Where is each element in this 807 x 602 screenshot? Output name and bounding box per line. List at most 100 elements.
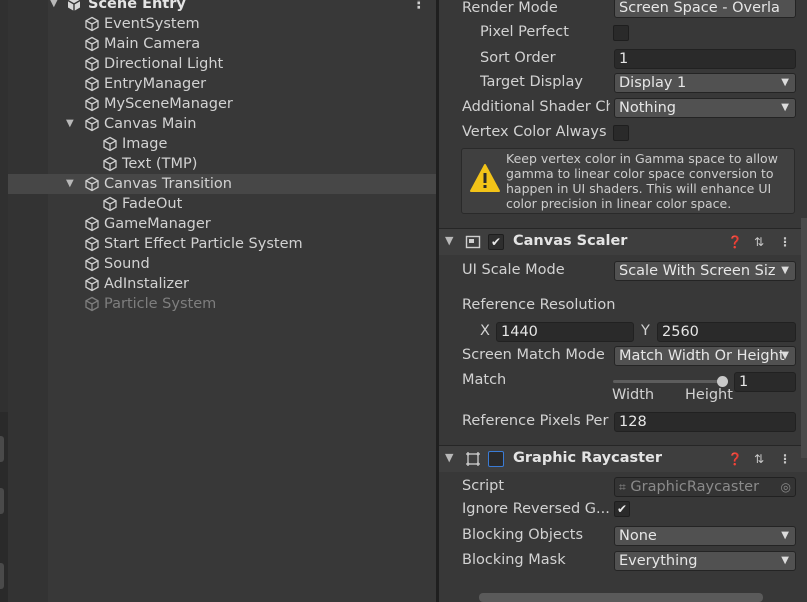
ignore-reversed-label: Ignore Reversed G... [462,501,610,517]
match-slider-track[interactable] [613,380,725,383]
side-tab-stub[interactable] [0,563,4,589]
chevron-down-icon: ▼ [781,530,789,541]
blocking-mask-value: Everything [619,553,698,569]
scene-row[interactable]: ▼ Scene Entry ⋮ [48,0,436,14]
graphic-raycaster-icon [466,452,480,466]
render-mode-dropdown[interactable]: Screen Space - Overla [614,0,796,18]
sort-order-input[interactable]: 1 [614,49,796,69]
gameobject-cube-icon [85,256,99,272]
side-tab-stub[interactable] [0,436,4,462]
graphic-raycaster-header[interactable]: ▼ Graphic Raycaster ❓ ⇅ ⋮ [439,445,807,472]
ui-scale-mode-value: Scale With Screen Siz [619,263,776,279]
reference-pixels-label: Reference Pixels Per [462,413,609,429]
ignore-reversed-checkbox[interactable]: ✔ [614,501,630,517]
hierarchy-item[interactable]: EntryManager [8,74,436,94]
hierarchy-item-label: AdInstalizer [104,276,190,292]
resolution-x-input[interactable]: 1440 [496,322,634,342]
blocking-objects-value: None [619,528,657,544]
gameobject-cube-icon [85,76,99,92]
hierarchy-panel: ▼ Scene Entry ⋮ EventSystem Main Camera Di… [0,0,436,602]
help-icon[interactable]: ❓ [727,234,743,250]
hierarchy-item[interactable]: FadeOut [8,194,436,214]
fold-arrow-icon[interactable]: ▼ [66,114,78,134]
help-icon[interactable]: ❓ [727,451,743,467]
gameobject-cube-icon [85,216,99,232]
gameobject-cube-icon [85,236,99,252]
object-picker-icon[interactable]: ◎ [781,478,791,496]
fold-arrow-icon[interactable]: ▼ [445,451,453,464]
x-label: X [480,323,490,339]
component-menu-icon[interactable]: ⋮ [777,234,793,250]
hierarchy-item[interactable]: MySceneManager [8,94,436,114]
match-label: Match [462,372,507,388]
reference-pixels-input[interactable]: 128 [614,412,796,432]
blocking-objects-dropdown[interactable]: None ▼ [614,526,796,546]
add-component-button[interactable] [479,593,763,602]
gameobject-cube-icon [85,96,99,112]
hierarchy-item[interactable]: Start Effect Particle System [8,234,436,254]
hierarchy-item-label: EntryManager [104,76,207,92]
chevron-down-icon: ▼ [781,555,789,566]
script-value: GraphicRaycaster [630,479,760,495]
height-label: Height [685,387,733,403]
shader-channels-label: Additional Shader Ch [462,99,610,115]
shader-channels-value: Nothing [619,100,677,116]
screen-match-mode-value: Match Width Or Height [619,348,785,364]
hierarchy-item[interactable]: Main Camera [8,34,436,54]
gameobject-cube-icon [103,156,117,172]
hierarchy-item-label: GameManager [104,216,211,232]
component-menu-icon[interactable]: ⋮ [777,451,793,467]
scene-title: Scene Entry [88,0,186,12]
shader-channels-dropdown[interactable]: Nothing ▼ [614,98,796,118]
hierarchy-item[interactable]: GameManager [8,214,436,234]
unity-scene-icon [67,0,81,11]
hierarchy-item-label: FadeOut [122,196,183,212]
ui-scale-mode-label: UI Scale Mode [462,262,565,278]
scene-menu-icon[interactable]: ⋮ [412,0,427,14]
ui-scale-mode-dropdown[interactable]: Scale With Screen Siz ▼ [614,261,796,281]
sort-order-label: Sort Order [480,50,556,66]
fold-arrow-icon[interactable]: ▼ [445,234,453,247]
target-display-dropdown[interactable]: Display 1 ▼ [614,73,796,93]
script-object-field[interactable]: ⌗ GraphicRaycaster ◎ [614,477,796,497]
gameobject-cube-icon [85,36,99,52]
graphic-raycaster-title: Graphic Raycaster [513,450,663,466]
target-display-label: Target Display [480,74,583,90]
hierarchy-item[interactable]: Text (TMP) [8,154,436,174]
match-value-input[interactable]: 1 [734,372,796,392]
screen-match-mode-label: Screen Match Mode [462,347,605,363]
preset-settings-icon[interactable]: ⇅ [751,234,767,250]
canvas-scaler-title: Canvas Scaler [513,233,628,249]
script-label: Script [462,478,505,494]
hierarchy-item[interactable]: ▼ Canvas Main [8,114,436,134]
hierarchy-item[interactable]: EventSystem [8,14,436,34]
match-slider-handle[interactable] [717,376,728,387]
inspector-panel: Render Mode Screen Space - Overla Pixel … [439,0,807,602]
fold-arrow-icon[interactable]: ▼ [50,0,62,14]
hierarchy-item[interactable]: Image [8,134,436,154]
chevron-down-icon: ▼ [781,102,789,113]
canvas-scaler-enabled-checkbox[interactable]: ✔ [488,234,504,250]
hierarchy-item[interactable]: Particle System [8,294,436,314]
hierarchy-item[interactable]: ▼ Canvas Transition [8,174,436,194]
graphic-raycaster-enabled-checkbox[interactable] [488,451,504,467]
hierarchy-item[interactable]: AdInstalizer [8,274,436,294]
fold-arrow-icon[interactable]: ▼ [66,174,78,194]
hierarchy-item[interactable]: Sound [8,254,436,274]
gameobject-cube-icon [103,136,117,152]
canvas-scaler-header[interactable]: ▼ ✔ Canvas Scaler ❓ ⇅ ⋮ [439,228,807,255]
hierarchy-item-label: MySceneManager [104,96,233,112]
resolution-y-input[interactable]: 2560 [657,322,796,342]
pixel-perfect-checkbox[interactable] [613,25,629,41]
gameobject-cube-icon [85,116,99,132]
vertex-color-checkbox[interactable] [613,125,629,141]
hierarchy-item-label: EventSystem [104,16,200,32]
blocking-mask-dropdown[interactable]: Everything ▼ [614,551,796,571]
hierarchy-item-label: Sound [104,256,150,272]
hierarchy-item[interactable]: Directional Light [8,54,436,74]
preset-settings-icon[interactable]: ⇅ [751,451,767,467]
screen-match-mode-dropdown[interactable]: Match Width Or Height ▼ [614,346,796,366]
gameobject-cube-icon [85,276,99,292]
side-tab-stub[interactable] [0,488,4,514]
inspector-scrollbar[interactable] [801,218,807,458]
